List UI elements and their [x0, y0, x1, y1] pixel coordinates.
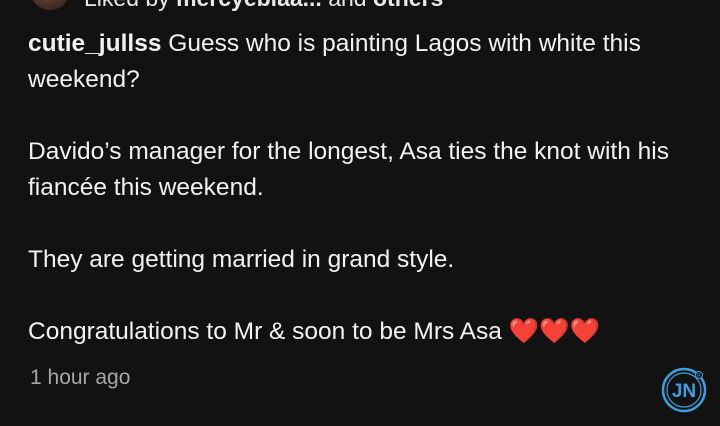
post-timestamp: 1 hour ago — [30, 366, 131, 389]
likes-and: and — [322, 0, 373, 11]
likes-text: Liked by mercyebiaa... and others — [84, 0, 443, 12]
likes-prefix: Liked by — [84, 0, 176, 11]
author-username[interactable]: cutie_jullss — [28, 30, 161, 57]
likes-row[interactable]: Liked by mercyebiaa... and others — [30, 0, 443, 12]
jn-logo-icon: JN R — [661, 367, 707, 413]
post-caption: cutie_jullss Guess who is painting Lagos… — [28, 26, 688, 350]
caption-paragraph: cutie_jullss Guess who is painting Lagos… — [28, 26, 688, 98]
watermark-text: JN — [672, 381, 696, 402]
liker-avatar[interactable] — [30, 0, 70, 10]
svg-text:R: R — [697, 373, 701, 379]
caption-paragraph: Congratulations to Mr & soon to be Mrs A… — [28, 318, 601, 345]
likes-others[interactable]: others — [373, 0, 443, 11]
comment-screen: Liked by mercyebiaa... and others cutie_… — [0, 0, 720, 426]
caption-paragraph: Davido’s manager for the longest, Asa ti… — [28, 138, 669, 201]
liker-username[interactable]: mercyebiaa... — [176, 0, 322, 11]
caption-paragraph: They are getting married in grand style. — [28, 246, 455, 273]
